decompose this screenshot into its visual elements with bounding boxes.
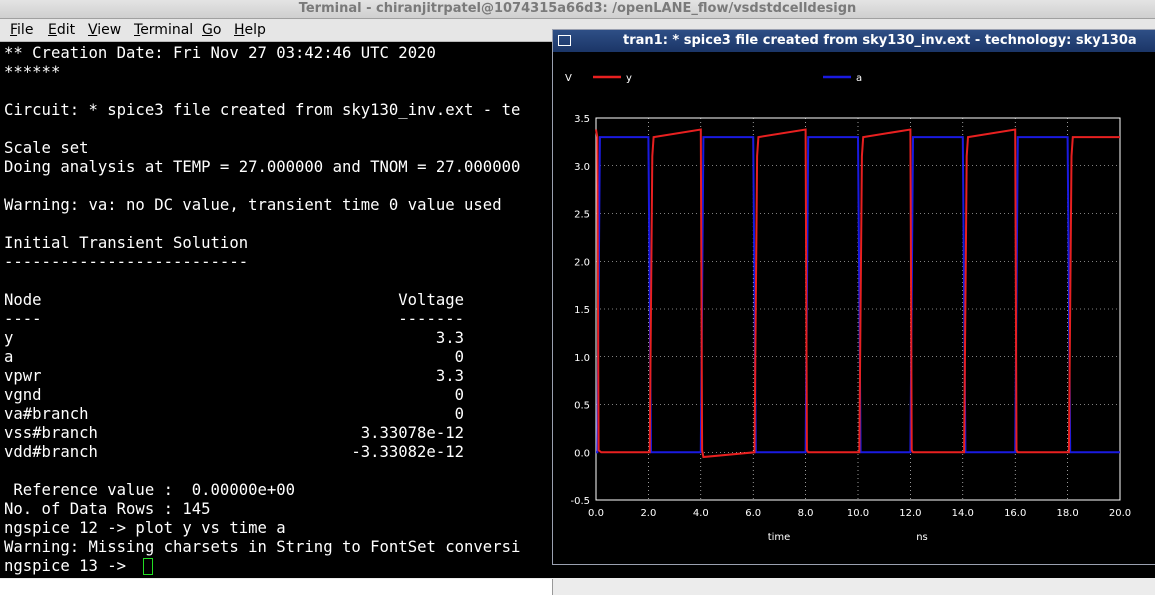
node-name: vdd#branch — [4, 443, 98, 461]
circuit-line: Circuit: * spice3 file created from sky1… — [4, 101, 521, 119]
x-tick-label: 2.0 — [640, 508, 656, 519]
x-tick-label: 8.0 — [798, 508, 814, 519]
x-tick-label: 4.0 — [693, 508, 709, 519]
x-tick-label: 10.0 — [847, 508, 869, 519]
terminal-scroll-area[interactable] — [0, 579, 553, 595]
node-value: 0 — [454, 348, 464, 366]
x-tick-label: 20.0 — [1109, 508, 1131, 519]
node-name: a — [4, 348, 14, 366]
menu-edit[interactable]: Edit — [48, 22, 75, 38]
node-value: 0 — [454, 405, 464, 423]
node-name: y — [4, 329, 14, 347]
x-tick-label: 14.0 — [952, 508, 974, 519]
x-tick-label: 12.0 — [899, 508, 921, 519]
y-axis-label: V — [565, 73, 572, 84]
dashes-line: -------------------------- — [4, 253, 249, 271]
x-tick-label: 18.0 — [1056, 508, 1078, 519]
node-value: 0 — [454, 386, 464, 404]
charset-warning-line: Warning: Missing charsets in String to F… — [4, 538, 521, 556]
node-name: vss#branch — [4, 424, 98, 442]
initial-solution-heading: Initial Transient Solution — [4, 234, 249, 252]
y-tick-label: 0.0 — [574, 448, 590, 459]
plot-canvas[interactable]: 0.0 2.0 4.0 6.0 8.0 10.0 12.0 14.0 16.0 18.0 20.0 3… — [553, 52, 1155, 564]
datarows-line: No. of Data Rows : 145 — [4, 500, 211, 518]
node-value: -3.33082e-12 — [351, 443, 464, 461]
node-value: 3.33078e-12 — [360, 424, 464, 442]
menu-go[interactable]: Go — [202, 22, 221, 38]
terminal-title: Terminal - chiranjitrpatel@1074315a66d3:… — [298, 1, 857, 16]
creation-date-line: ** Creation Date: Fri Nov 27 03:42:46 UT… — [4, 44, 436, 62]
node-name: vgnd — [4, 386, 42, 404]
voltage-header: Voltage — [398, 291, 464, 309]
y-tick-label: 3.5 — [574, 114, 590, 125]
voltage-dashes: ------- — [398, 310, 464, 328]
x-axis-unit: ns — [916, 532, 928, 543]
plot-command-line: ngspice 12 -> plot y vs time a — [4, 519, 286, 537]
plot-window[interactable]: tran1: * spice3 file created from sky130… — [552, 29, 1155, 565]
node-name: va#branch — [4, 405, 89, 423]
menu-terminal[interactable]: Terminal — [134, 22, 193, 38]
prompt-line: ngspice 13 -> — [4, 557, 136, 575]
warning-line: Warning: va: no DC value, transient time… — [4, 196, 502, 214]
stars-line: ****** — [4, 63, 61, 81]
y-tick-label: 1.0 — [574, 353, 590, 364]
node-value: 3.3 — [435, 329, 464, 347]
x-tick-label: 0.0 — [588, 508, 604, 519]
reference-line: Reference value : 0.00000e+00 — [4, 481, 296, 499]
terminal-titlebar[interactable]: Terminal - chiranjitrpatel@1074315a66d3:… — [0, 0, 1155, 19]
text-cursor[interactable] — [143, 558, 153, 575]
node-header: Node — [4, 291, 42, 309]
node-dashes: ---- — [4, 310, 42, 328]
y-tick-label: 0.5 — [574, 401, 590, 412]
node-name: vpwr — [4, 367, 42, 385]
menu-file[interactable]: File — [10, 22, 33, 38]
x-tick-label: 6.0 — [745, 508, 761, 519]
y-tick-label: 3.0 — [574, 162, 590, 173]
legend-label-a: a — [856, 73, 862, 84]
menu-view[interactable]: View — [88, 22, 121, 38]
node-value: 3.3 — [435, 367, 464, 385]
window-menu-icon[interactable] — [558, 35, 571, 46]
x-axis-label: time — [768, 532, 791, 543]
y-tick-label: -0.5 — [570, 496, 590, 507]
x-tick-label: 16.0 — [1004, 508, 1026, 519]
menu-help[interactable]: Help — [234, 22, 266, 38]
scale-line: Scale set — [4, 139, 89, 157]
y-tick-label: 1.5 — [574, 305, 590, 316]
legend-label-y: y — [626, 73, 632, 84]
plot-titlebar[interactable]: tran1: * spice3 file created from sky130… — [553, 30, 1155, 52]
plot-title: tran1: * spice3 file created from sky130… — [623, 33, 1137, 48]
y-tick-label: 2.0 — [574, 257, 590, 268]
analysis-line: Doing analysis at TEMP = 27.000000 and T… — [4, 158, 521, 176]
y-tick-label: 2.5 — [574, 210, 590, 221]
